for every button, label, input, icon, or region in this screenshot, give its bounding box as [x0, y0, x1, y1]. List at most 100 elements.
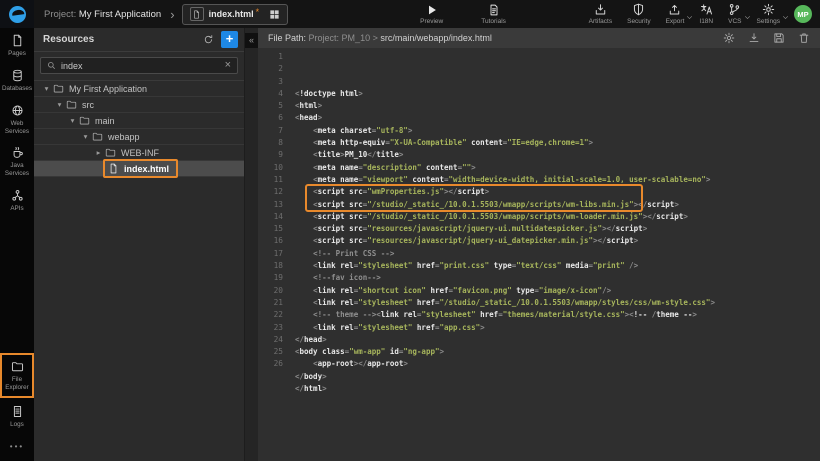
- code-line-17[interactable]: <link rel="shortcut icon" href="favicon.…: [295, 285, 820, 297]
- menu-export-button[interactable]: Export: [666, 3, 685, 25]
- sidebar: PagesDatabasesWeb ServicesJava ServicesA…: [0, 28, 34, 461]
- code-editor: File Path: Project: PM_10 > src/main/web…: [258, 28, 820, 461]
- code-line-5[interactable]: <meta http-equiv="X-UA-Compatible" conte…: [295, 137, 820, 149]
- menu-settings-button[interactable]: Settings: [757, 3, 781, 25]
- project-label: Project:: [44, 9, 76, 20]
- tree-caret-icon[interactable]: ▸: [94, 148, 103, 157]
- code-line-21[interactable]: </head>: [295, 334, 820, 346]
- code-line-22[interactable]: <body class="wm-app" id="ng-app">: [295, 346, 820, 358]
- sidebar-item-apis[interactable]: APIs: [0, 183, 34, 218]
- tree-item-webapp[interactable]: ▾webapp: [34, 129, 244, 145]
- line-number: 9: [258, 149, 283, 161]
- line-number: 22: [258, 309, 283, 321]
- line-number: 2: [258, 63, 283, 75]
- code-line-15[interactable]: <link rel="stylesheet" href="print.css" …: [295, 260, 820, 272]
- code-line-11[interactable]: <script src="/studio/_static_/10.0.1.550…: [295, 211, 820, 223]
- sidebar-item-databases[interactable]: Databases: [0, 63, 34, 98]
- code-area[interactable]: 1234567891011121314151617181920212223242…: [258, 48, 820, 461]
- menu-artifacts-button[interactable]: Artifacts: [589, 3, 612, 25]
- tree-item-src[interactable]: ▾src: [34, 97, 244, 113]
- line-number: 4: [258, 88, 283, 100]
- topbar-menu: Artifacts Security Export I18N VCS Settings: [589, 3, 780, 25]
- tree-item-my-first-application[interactable]: ▾My First Application: [34, 81, 244, 97]
- code-line-7[interactable]: <meta name="description" content="">: [295, 162, 820, 174]
- code-line-10[interactable]: <script src="/studio/_static_/10.0.1.550…: [295, 199, 820, 211]
- line-number: 12: [258, 186, 283, 198]
- avatar[interactable]: MP: [794, 5, 812, 23]
- caret-down-icon: [782, 8, 789, 26]
- chevron-right-icon: ›: [170, 7, 174, 22]
- code-line-4[interactable]: <meta charset="utf-8">: [295, 125, 820, 137]
- sidebar-item-file-explorer[interactable]: File Explorer: [1, 354, 33, 397]
- line-number: 20: [258, 285, 283, 297]
- code-line-8[interactable]: <meta name="viewport" content="width=dev…: [295, 174, 820, 186]
- unsaved-indicator: *: [256, 7, 260, 17]
- tree-caret-icon[interactable]: ▾: [55, 100, 64, 109]
- code-line-23[interactable]: <app-root></app-root>: [295, 358, 820, 370]
- menu-security-button[interactable]: Security: [627, 3, 650, 25]
- code-line-12[interactable]: <script src="resources/javascript/jquery…: [295, 223, 820, 235]
- download-file-icon[interactable]: [748, 32, 760, 44]
- line-number: 5: [258, 100, 283, 112]
- sidebar-item-web-services[interactable]: Web Services: [0, 98, 34, 141]
- code-line-26[interactable]: [295, 395, 820, 407]
- clear-search-icon[interactable]: ×: [225, 60, 231, 71]
- code-line-20[interactable]: <link rel="stylesheet" href="app.css">: [295, 322, 820, 334]
- code-line-19[interactable]: <!-- theme --><link rel="stylesheet" hre…: [295, 309, 820, 321]
- folder-icon: [11, 360, 24, 373]
- code-line-16[interactable]: <!--fav icon-->: [295, 272, 820, 284]
- add-resource-button[interactable]: +: [221, 31, 238, 48]
- file-path: File Path: Project: PM_10 > src/main/web…: [268, 33, 492, 43]
- code-line-24[interactable]: </body>: [295, 371, 820, 383]
- code-line-2[interactable]: <html>: [295, 100, 820, 112]
- code-line-6[interactable]: <title>PM_10</title>: [295, 149, 820, 161]
- tree-item-index-html[interactable]: index.html: [34, 161, 244, 177]
- delete-file-icon[interactable]: [798, 32, 810, 44]
- sidebar-spacer: [0, 218, 34, 352]
- code-line-3[interactable]: <head>: [295, 112, 820, 124]
- java-icon: [11, 146, 24, 159]
- code-line-13[interactable]: <script src="resources/javascript/jquery…: [295, 235, 820, 247]
- sidebar-item-logs[interactable]: Logs: [0, 399, 34, 434]
- grid-icon[interactable]: [269, 9, 280, 20]
- file-icon: [190, 7, 204, 21]
- refresh-icon[interactable]: [203, 34, 214, 45]
- settings-gear-icon[interactable]: [723, 32, 735, 44]
- line-number: 25: [258, 346, 283, 358]
- folder-icon: [105, 147, 116, 158]
- sidebar-item-java-services[interactable]: Java Services: [0, 140, 34, 183]
- tab-index-html[interactable]: index.html *: [182, 4, 289, 25]
- app-logo[interactable]: [0, 0, 34, 28]
- save-file-icon[interactable]: [773, 32, 785, 44]
- web-icon: [11, 104, 24, 117]
- tree-caret-icon[interactable]: ▾: [68, 116, 77, 125]
- wavemaker-logo-icon: [9, 6, 26, 23]
- tree-caret-icon[interactable]: ▾: [81, 132, 90, 141]
- collapse-panel-button[interactable]: «: [245, 33, 258, 48]
- preview-button[interactable]: Preview: [420, 4, 443, 25]
- apis-icon: [11, 189, 24, 202]
- play-icon: [426, 4, 438, 16]
- tab-label: index.html: [209, 9, 254, 19]
- code-line-18[interactable]: <link rel="stylesheet" href="/studio/_st…: [295, 297, 820, 309]
- tutorials-button[interactable]: Tutorials: [481, 4, 506, 25]
- pages-icon: [11, 34, 24, 47]
- code-line-9[interactable]: <script src="wmProperties.js"></script>: [295, 186, 820, 198]
- code-line-1[interactable]: <!doctype html>: [295, 88, 820, 100]
- more-options-icon[interactable]: •••: [0, 434, 34, 461]
- code-pane[interactable]: <!doctype html><html><head> <meta charse…: [292, 48, 820, 461]
- resource-search-box: ×: [40, 57, 238, 74]
- code-line-14[interactable]: <!-- Print CSS -->: [295, 248, 820, 260]
- sidebar-item-pages[interactable]: Pages: [0, 28, 34, 63]
- search-input[interactable]: [61, 61, 220, 71]
- menu-i18n-button[interactable]: I18N: [699, 3, 713, 25]
- line-number: 21: [258, 297, 283, 309]
- menu-vcs-button[interactable]: VCS: [728, 3, 741, 25]
- resources-panel: Resources + × ▾My First Application▾src▾…: [34, 28, 245, 461]
- code-line-25[interactable]: </html>: [295, 383, 820, 395]
- tree-caret-icon[interactable]: ▾: [42, 84, 51, 93]
- tree-item-main[interactable]: ▾main: [34, 113, 244, 129]
- file-icon: [108, 163, 119, 174]
- line-number: 14: [258, 211, 283, 223]
- vcs-icon: [728, 3, 741, 16]
